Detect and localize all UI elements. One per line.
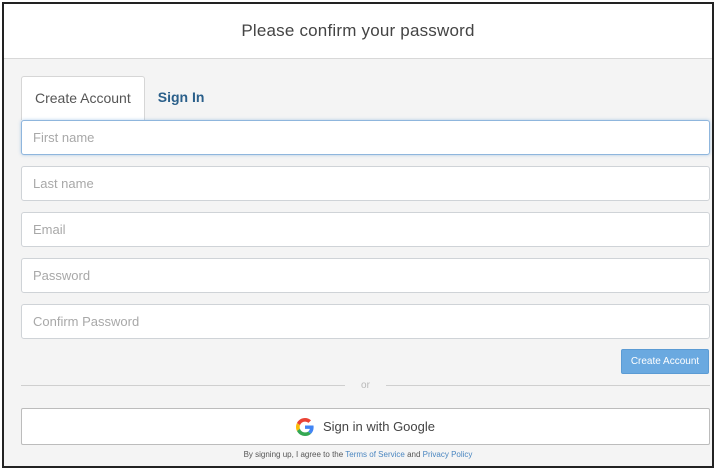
password-field[interactable] [21, 258, 710, 293]
google-sign-in-button[interactable]: Sign in with Google [21, 408, 710, 445]
divider-text: or [361, 379, 370, 391]
dialog-title: Please confirm your password [241, 21, 475, 40]
or-divider: or [21, 378, 710, 392]
tab-sign-in[interactable]: Sign In [145, 76, 218, 120]
dialog-header: Please confirm your password [4, 4, 712, 59]
last-name-field[interactable] [21, 166, 710, 201]
tab-bar: Create Account Sign In [21, 76, 217, 120]
divider-line-right [385, 384, 710, 386]
submit-row: Create Account [621, 349, 709, 374]
legal-notice: By signing up, I agree to the Terms of S… [4, 450, 712, 459]
legal-and: and [404, 450, 423, 459]
tab-create-account[interactable]: Create Account [21, 76, 145, 120]
confirm-password-field[interactable] [21, 304, 710, 339]
privacy-policy-link[interactable]: Privacy Policy [423, 450, 473, 459]
email-field[interactable] [21, 212, 710, 247]
first-name-field[interactable] [21, 120, 710, 155]
terms-of-service-link[interactable]: Terms of Service [345, 450, 405, 459]
create-account-button[interactable]: Create Account [621, 349, 709, 374]
divider-line-left [21, 384, 346, 386]
dialog: Please confirm your password Create Acco… [2, 2, 714, 468]
google-icon [295, 417, 314, 436]
google-button-label: Sign in with Google [322, 419, 435, 434]
legal-prefix: By signing up, I agree to the [243, 450, 346, 459]
signup-form [21, 120, 711, 350]
